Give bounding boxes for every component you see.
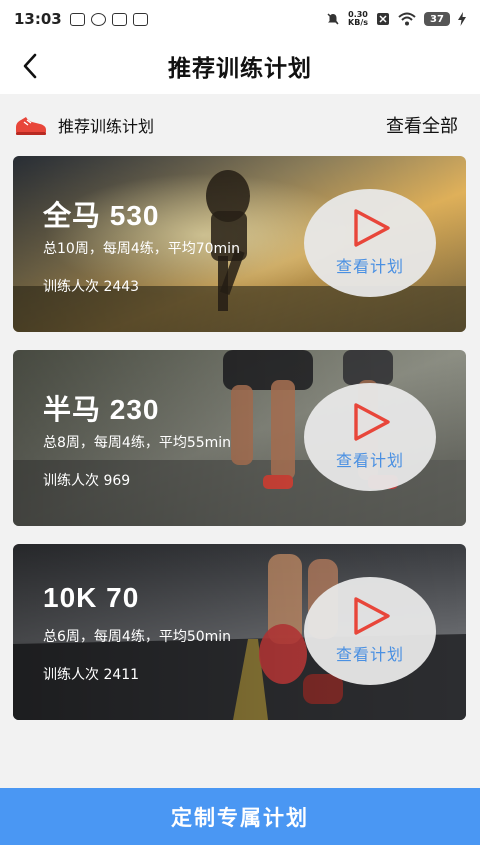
play-triangle-icon: [354, 403, 390, 441]
charging-bolt-icon: [458, 12, 466, 26]
view-all-link[interactable]: 查看全部: [386, 112, 466, 138]
plan-name: 半马 230: [43, 394, 160, 425]
video-play-icon: [132, 12, 148, 26]
flash-app-icon: [111, 12, 127, 26]
section-title: 推荐训练计划: [58, 117, 155, 136]
view-plan-label: 查看计划: [335, 257, 404, 276]
status-bar: 13:03 0.30 KB/s 37: [0, 0, 480, 38]
wifi-icon: [398, 12, 416, 26]
net-speed: 0.30 KB/s: [348, 11, 368, 27]
plan-participant-count: 训练人次 2411: [43, 667, 140, 683]
plan-description: 总6周，每周4练，平均50min: [43, 629, 232, 645]
plan-card-10k[interactable]: 10K 70 总6周，每周4练，平均50min 训练人次 2411 查看计划: [13, 544, 466, 720]
back-button[interactable]: [14, 50, 46, 82]
plan-description: 总10周，每周4练，平均70min: [43, 241, 240, 257]
view-plan-label: 查看计划: [335, 645, 404, 664]
running-shoe-icon: [16, 117, 46, 135]
view-plan-label: 查看计划: [335, 451, 404, 470]
section-header: 推荐训练计划 查看全部: [0, 94, 480, 156]
status-time: 13:03: [14, 10, 62, 28]
view-plan-button[interactable]: 查看计划: [304, 189, 436, 297]
plan-participant-count: 训练人次 2443: [43, 279, 140, 295]
plan-name: 全马 530: [43, 200, 160, 231]
plan-description: 总8周，每周4练，平均55min: [43, 435, 232, 451]
play-triangle-icon: [354, 209, 390, 247]
system-icons: 0.30 KB/s 37: [326, 11, 466, 27]
notification-icons: [69, 12, 148, 26]
chevron-left-icon: [23, 53, 37, 79]
pinwheel-icon: [90, 12, 106, 26]
play-triangle-icon: [354, 597, 390, 635]
mute-bell-icon: [327, 13, 339, 25]
view-plan-button[interactable]: 查看计划: [304, 383, 436, 491]
app-notification-icon: [69, 12, 85, 26]
plan-card-half-marathon[interactable]: 半马 230 总8周，每周4练，平均55min 训练人次 969 查看计划: [13, 350, 466, 526]
plan-participant-count: 训练人次 969: [43, 473, 131, 489]
view-plan-button[interactable]: 查看计划: [304, 577, 436, 685]
net-speed-unit: KB/s: [348, 18, 368, 27]
custom-plan-button[interactable]: 定制专属计划: [0, 788, 480, 845]
no-sim-icon: [377, 13, 389, 25]
plan-name: 10K 70: [43, 582, 140, 613]
battery-indicator: 37: [424, 12, 450, 26]
plan-card-marathon[interactable]: 全马 530 总10周，每周4练，平均70min 训练人次 2443 查看计划: [13, 156, 466, 332]
page-title: 推荐训练计划: [168, 56, 312, 82]
content-area: 推荐训练计划 查看全部 全马 530 总10周，每周4练，平均70min 训练人…: [0, 94, 480, 788]
header: 推荐训练计划: [0, 38, 480, 94]
